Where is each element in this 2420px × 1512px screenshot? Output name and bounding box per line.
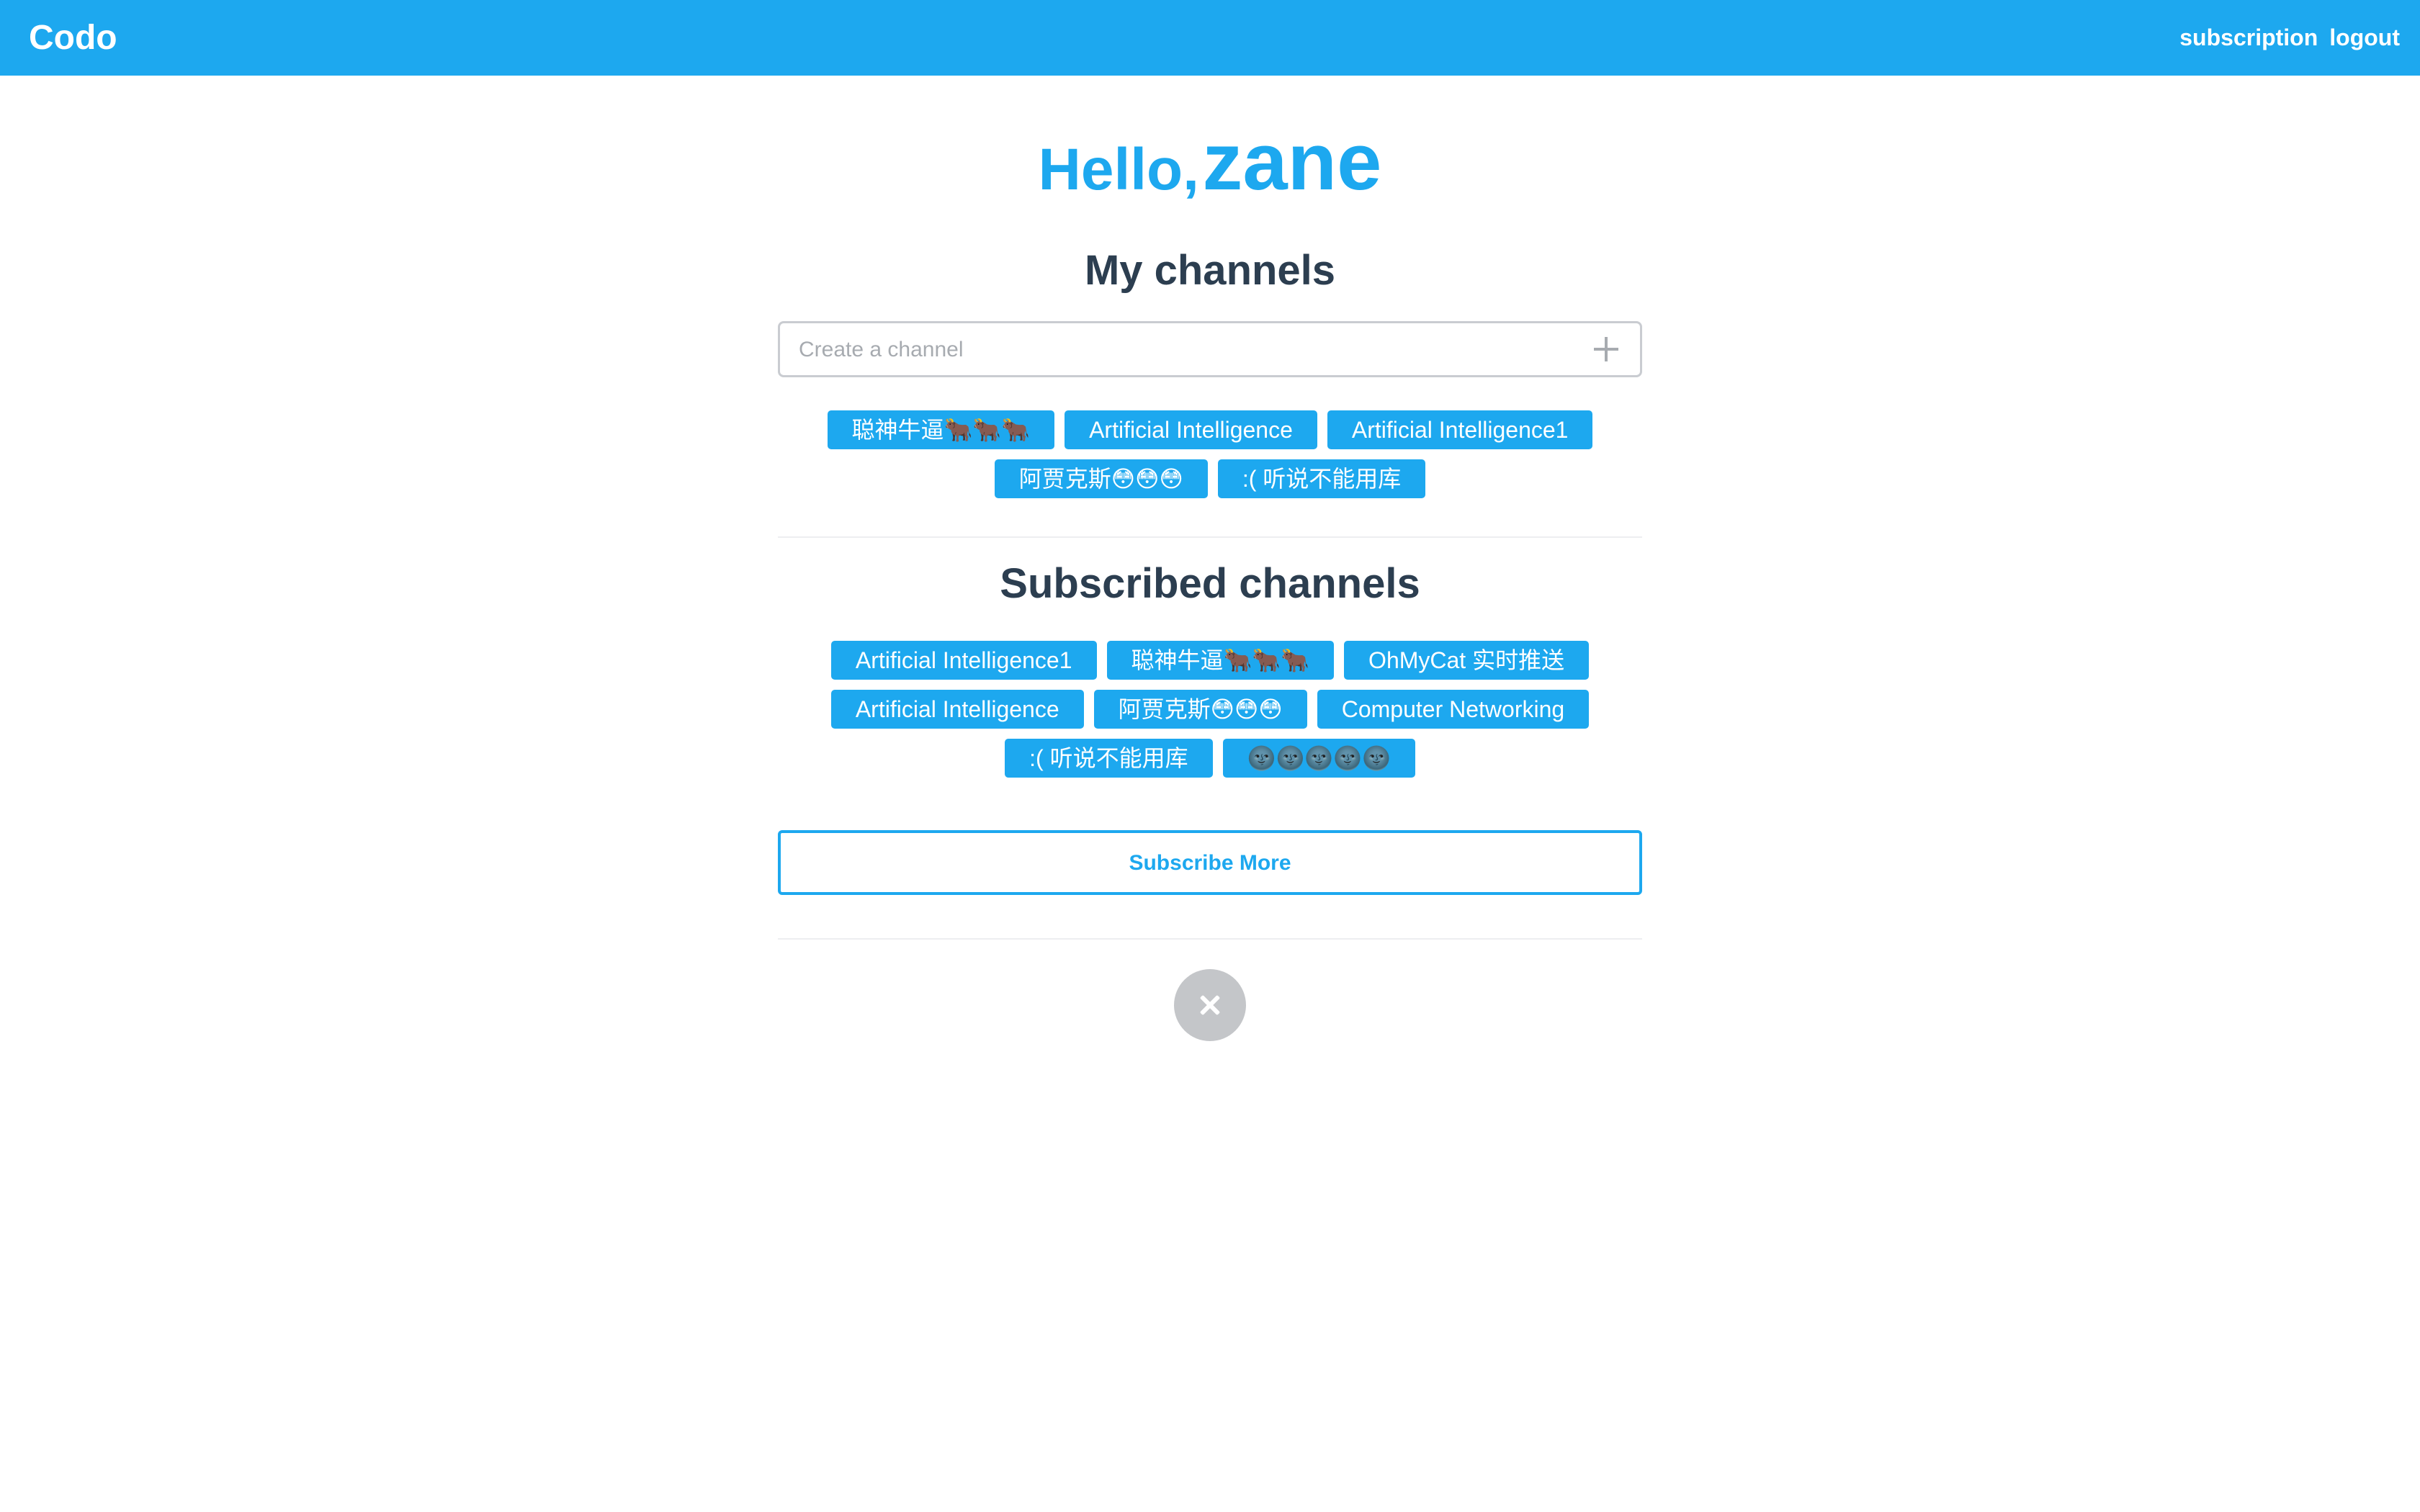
- create-channel-input[interactable]: [797, 323, 1578, 377]
- greeting-prefix: Hello,: [1038, 137, 1199, 202]
- section-divider: [778, 536, 1642, 538]
- my-channels-title: My channels: [1084, 247, 1336, 294]
- section-divider: [778, 938, 1642, 940]
- subscribe-more-button[interactable]: Subscribe More: [778, 830, 1642, 895]
- subscribed-channel-tag[interactable]: Artificial Intelligence1: [830, 641, 1097, 680]
- subscribed-channel-tag[interactable]: OhMyCat 实时推送: [1344, 641, 1590, 680]
- top-navbar: Codo subscription logout: [0, 0, 2420, 76]
- brand-logo[interactable]: Codo: [29, 0, 117, 76]
- greeting-heading: Hello, zane: [778, 115, 1642, 208]
- my-channel-tag[interactable]: 聪神牛逼🐂🐂🐂: [827, 410, 1055, 449]
- nav-links: subscription logout: [2179, 0, 2400, 76]
- my-channel-tag[interactable]: :( 听说不能用库: [1217, 459, 1426, 498]
- subscription-link[interactable]: subscription: [2179, 24, 2318, 51]
- close-button[interactable]: [1174, 969, 1246, 1041]
- my-channel-tag[interactable]: Artificial Intelligence: [1065, 410, 1317, 449]
- my-channel-tag[interactable]: 阿贾克斯😳😳😳: [994, 459, 1208, 498]
- subscribed-channel-tag[interactable]: Computer Networking: [1317, 690, 1590, 729]
- subscribed-channel-tag[interactable]: Artificial Intelligence: [830, 690, 1084, 729]
- subscribed-channel-tag[interactable]: 聪神牛逼🐂🐂🐂: [1106, 641, 1335, 680]
- close-icon: [1200, 995, 1220, 1015]
- subscribed-channels-title: Subscribed channels: [1000, 560, 1420, 607]
- create-channel-box: [778, 321, 1642, 377]
- subscribed-channel-tag[interactable]: 🌚🌚🌚🌚🌚: [1222, 739, 1415, 778]
- subscribed-channel-tag[interactable]: 阿贾克斯😳😳😳: [1093, 690, 1307, 729]
- logout-link[interactable]: logout: [2329, 24, 2400, 51]
- subscribed-channels-list: Artificial Intelligence1 聪神牛逼🐂🐂🐂 OhMyCat…: [778, 641, 1642, 778]
- username: zane: [1202, 117, 1382, 207]
- my-channels-list: 聪神牛逼🐂🐂🐂 Artificial Intelligence Artifici…: [778, 410, 1642, 498]
- plus-icon[interactable]: [1594, 337, 1618, 361]
- my-channel-tag[interactable]: Artificial Intelligence1: [1327, 410, 1593, 449]
- subscribed-channel-tag[interactable]: :( 听说不能用库: [1005, 739, 1213, 778]
